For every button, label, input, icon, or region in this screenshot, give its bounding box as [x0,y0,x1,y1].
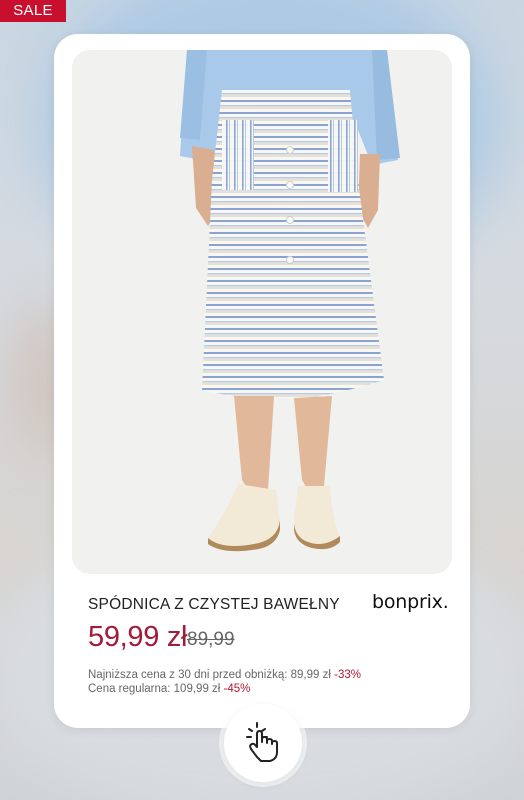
regular-price-discount: -45% [223,683,251,695]
lowest-price-text: Najniższa cena z 30 dni przed obniżką: 8… [88,669,331,681]
current-price: 59,99 zł [88,621,188,653]
regular-price-text: Cena regularna: 109,99 zł [88,683,221,695]
product-image[interactable] [72,50,452,574]
product-card[interactable]: SPÓDNICA Z CZYSTEJ BAWEŁNY bonprix. 59,9… [54,34,470,728]
old-price: 89,99 [187,629,235,650]
lowest-price-discount: -33% [334,669,361,681]
tap-hand-icon [243,719,283,768]
tap-button[interactable] [224,704,302,782]
brand-logo: bonprix. [372,591,449,613]
sale-badge: SALE [0,0,66,22]
lowest-price-info: Najniższa cena z 30 dni przed obniżką: 8… [88,669,361,681]
product-title[interactable]: SPÓDNICA Z CZYSTEJ BAWEŁNY [88,596,340,614]
regular-price-info: Cena regularna: 109,99 zł -45% [88,683,250,695]
